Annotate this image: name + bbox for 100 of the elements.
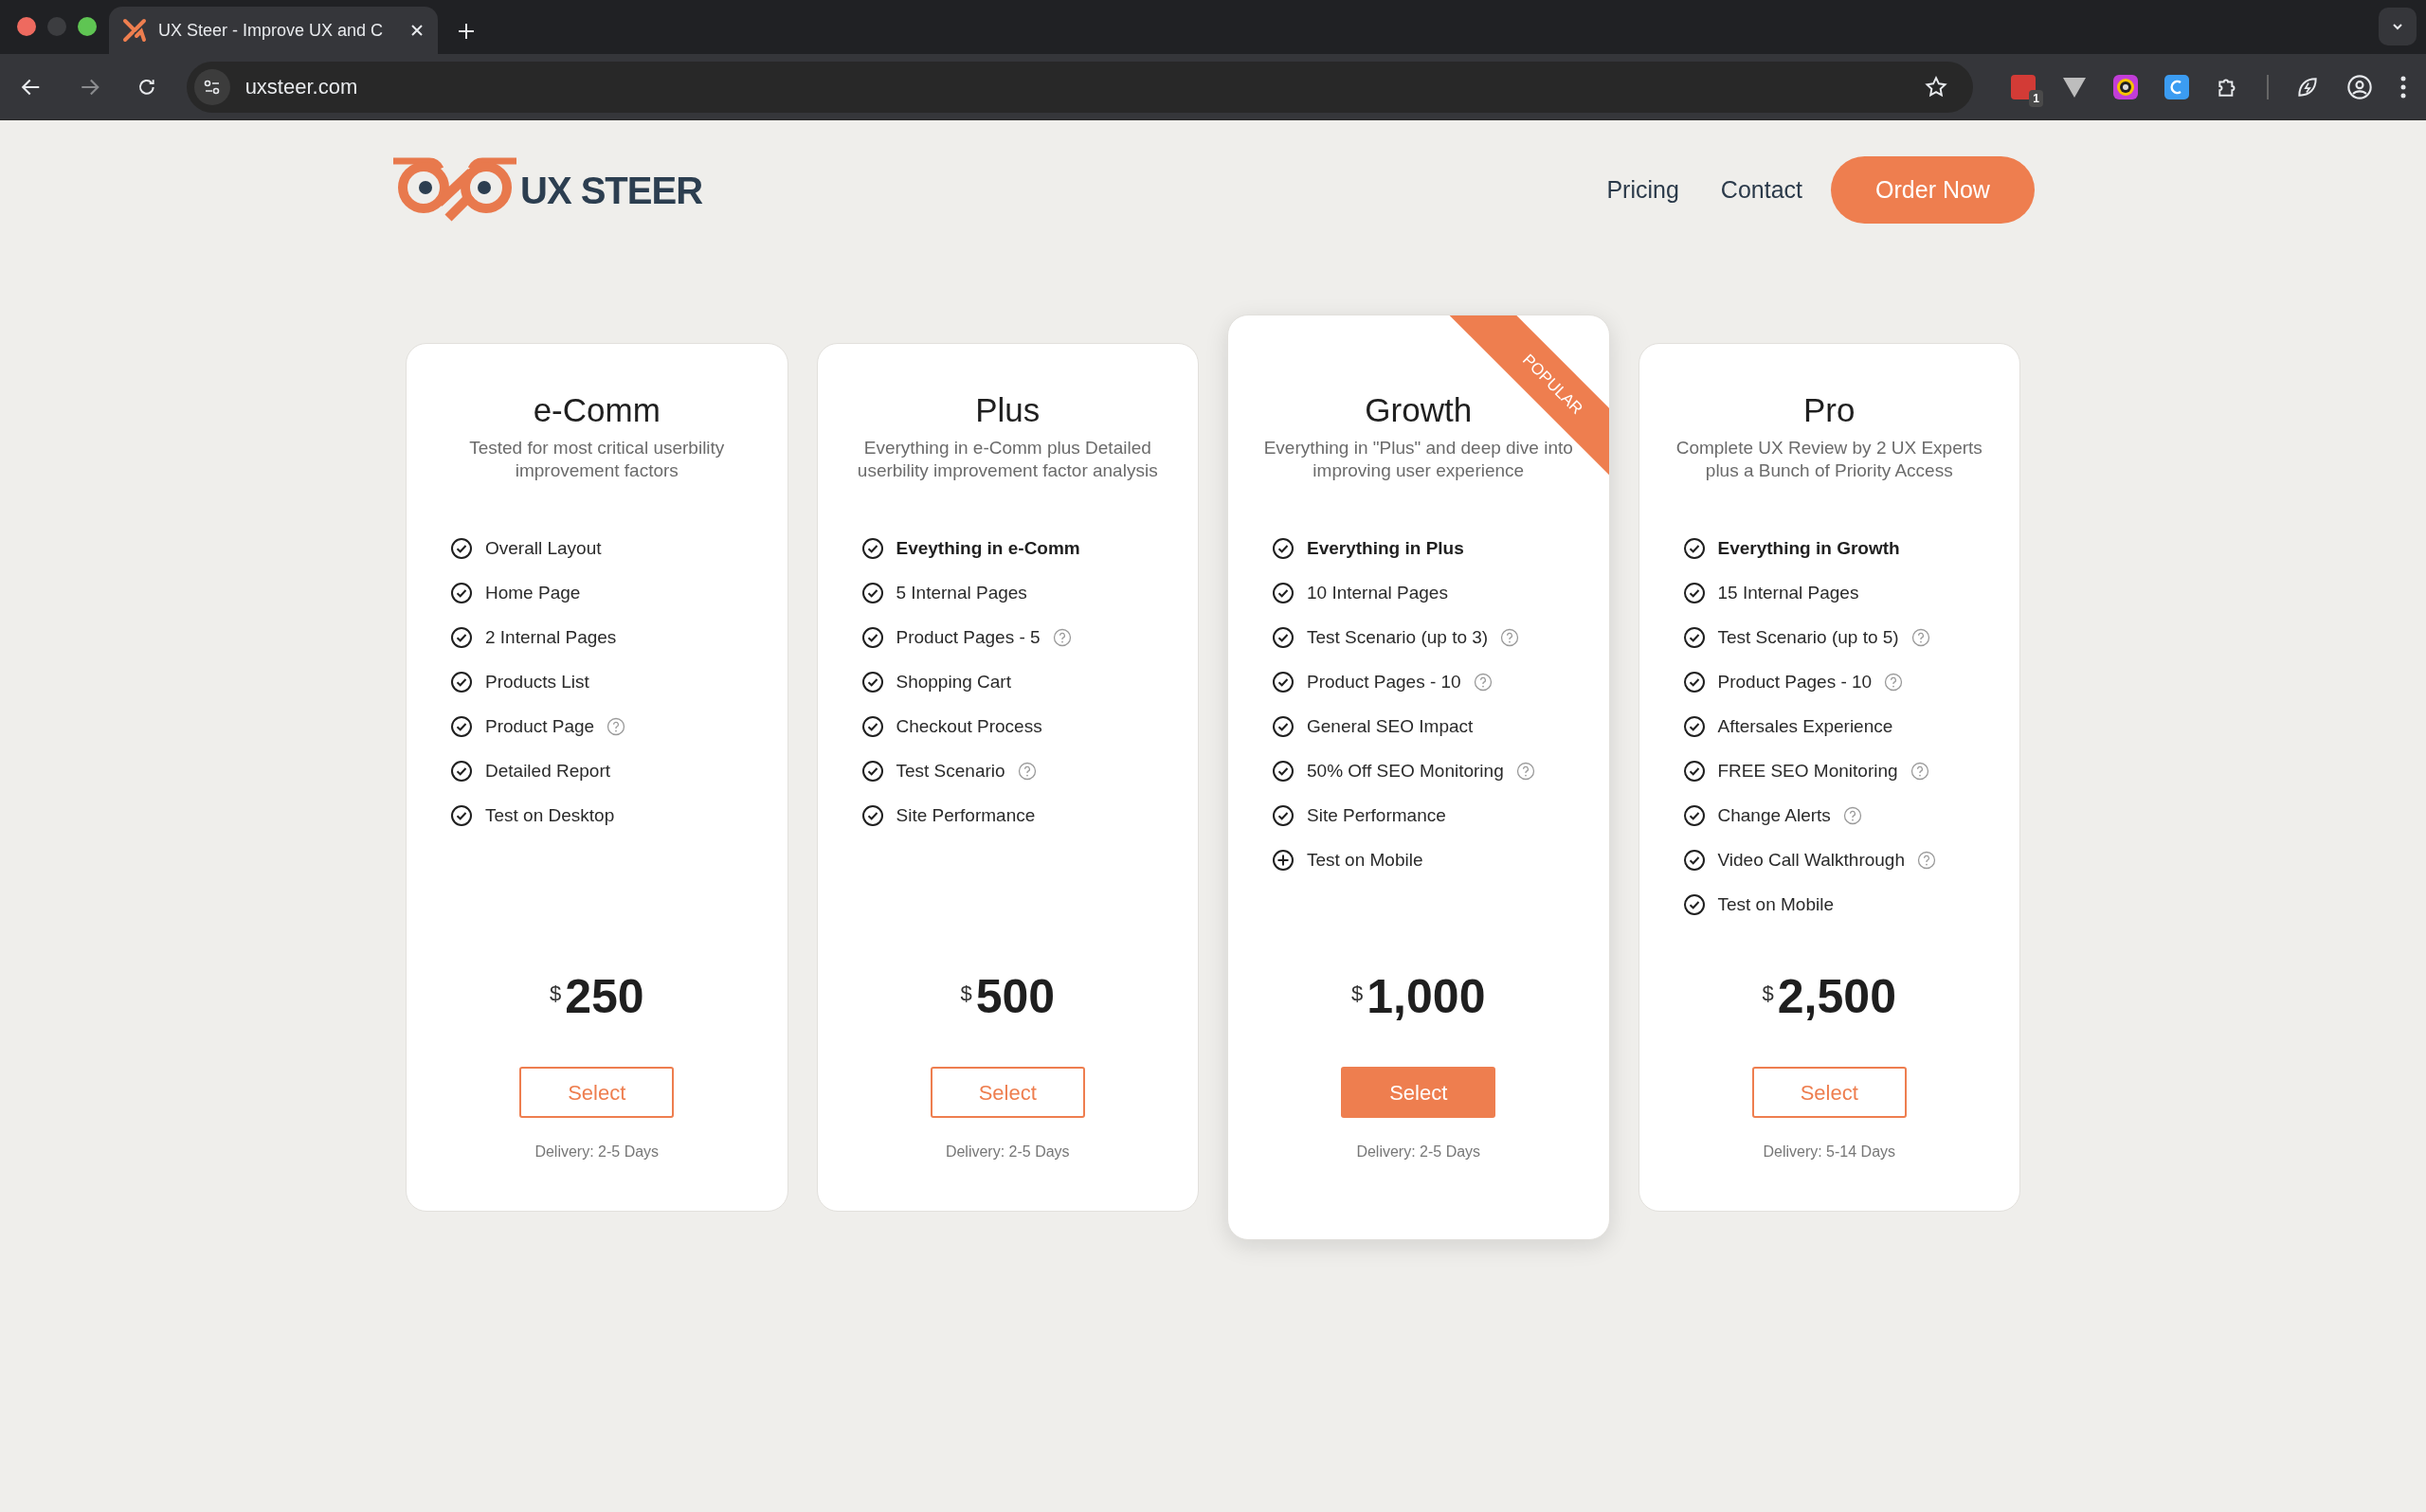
help-icon[interactable] (606, 717, 626, 736)
star-icon[interactable] (1924, 74, 1948, 99)
feature-text: Detailed Report (485, 759, 611, 783)
feature-text: Test Scenario (896, 759, 1005, 783)
feature-text: 2 Internal Pages (485, 625, 617, 649)
check-circle-icon (860, 582, 884, 604)
check-circle-icon (1682, 626, 1706, 649)
check-circle-icon (450, 671, 473, 693)
logo-text: UX STEER (520, 168, 703, 213)
help-icon[interactable] (1842, 806, 1862, 825)
feature-text: Test Scenario (up to 3) (1307, 625, 1489, 649)
check-circle-icon (860, 537, 884, 560)
help-icon[interactable] (1910, 762, 1929, 781)
url-text: uxsteer.com (244, 74, 359, 100)
feature-text: Test Scenario (up to 5) (1717, 625, 1899, 649)
check-circle-icon (450, 582, 473, 604)
help-icon[interactable] (1917, 851, 1936, 870)
extension-icon[interactable] (2164, 74, 2189, 99)
currency-symbol: $ (1351, 981, 1364, 1007)
check-circle-icon (1682, 582, 1706, 604)
help-icon[interactable] (1515, 762, 1535, 781)
check-circle-icon (860, 715, 884, 738)
price-amount: 1,000 (1367, 969, 1486, 1025)
feature-text: Product Pages - 10 (1307, 670, 1461, 693)
plan-title: Pro (1803, 391, 1856, 429)
v-logo-icon[interactable] (2062, 75, 2087, 99)
feature-text: Change Alerts (1717, 803, 1831, 827)
browser-tab[interactable]: UX Steer - Improve UX and C (109, 7, 438, 54)
price-amount: 500 (975, 969, 1056, 1025)
currency-symbol: $ (960, 981, 972, 1007)
plan-description: Everything in "Plus" and deep dive into improving user experience (1262, 437, 1574, 482)
feature-text: Home Page (485, 581, 581, 604)
delivery-text: Delivery: 2-5 Days (1356, 1143, 1481, 1161)
plan-description: Complete UX Review by 2 UX Experts plus a Bunch of Priority Access (1675, 437, 1983, 482)
feature-text: Video Call Walkthrough (1717, 848, 1905, 872)
feature-text: Checkout Process (896, 714, 1042, 738)
badge-count: 1 (2029, 89, 2043, 107)
select-button[interactable]: Select (930, 1067, 1085, 1118)
check-circle-icon (450, 804, 473, 827)
check-circle-icon (1272, 582, 1294, 604)
help-icon[interactable] (1017, 762, 1037, 781)
feature-text: 5 Internal Pages (896, 581, 1027, 604)
select-button[interactable]: Select (519, 1067, 675, 1118)
select-button[interactable]: Select (1751, 1067, 1907, 1118)
feature-text: Shopping Cart (896, 670, 1011, 693)
feature-text: Product Pages - 5 (896, 625, 1041, 649)
menu-icon[interactable] (2399, 74, 2407, 99)
order-now-button[interactable]: Order Now (1831, 156, 2035, 224)
close-window-icon[interactable] (17, 17, 36, 36)
delivery-text: Delivery: 5-14 Days (1763, 1143, 1896, 1161)
check-circle-icon (860, 804, 884, 827)
plus-circle-icon (1272, 849, 1294, 872)
site-settings-icon[interactable] (193, 68, 230, 105)
delivery-text: Delivery: 2-5 Days (534, 1143, 660, 1161)
check-circle-icon (860, 760, 884, 783)
feature-text: Everything in Plus (1307, 536, 1464, 560)
check-circle-icon (1682, 804, 1706, 827)
help-icon[interactable] (1884, 673, 1904, 692)
currency-symbol: $ (1762, 981, 1774, 1007)
nav-link[interactable]: Pricing (1606, 171, 1679, 208)
feature-text: Product Pages - 10 (1717, 670, 1873, 693)
new-tab-icon[interactable] (457, 22, 476, 41)
feature-text: 15 Internal Pages (1717, 581, 1859, 604)
check-circle-icon (1682, 537, 1706, 560)
check-circle-icon (1272, 804, 1294, 827)
feature-text: Site Performance (896, 803, 1036, 827)
currency-symbol: $ (549, 981, 562, 1007)
feature-text: Product Page (485, 714, 595, 738)
check-circle-icon (1272, 715, 1294, 738)
check-circle-icon (1682, 671, 1706, 693)
check-circle-icon (1682, 715, 1706, 738)
select-button[interactable]: Select (1341, 1067, 1496, 1118)
help-icon[interactable] (1473, 673, 1493, 692)
help-icon[interactable] (1052, 628, 1072, 647)
plan-title: e-Comm (533, 391, 661, 429)
maximize-window-icon[interactable] (78, 17, 97, 36)
profile-icon[interactable] (2346, 73, 2373, 100)
check-circle-icon (1272, 671, 1294, 693)
feature-text: Aftersales Experience (1717, 714, 1893, 738)
check-circle-icon (1272, 626, 1294, 649)
color-wheel-icon[interactable] (2113, 74, 2138, 99)
check-circle-icon (1272, 760, 1294, 783)
feature-text: Test on Mobile (1307, 848, 1423, 872)
help-icon[interactable] (1910, 628, 1930, 647)
nav-link[interactable]: Contact (1720, 171, 1802, 208)
feature-text: 10 Internal Pages (1307, 581, 1448, 604)
feature-text: Everything in Growth (1717, 536, 1900, 560)
feature-text: Test on Mobile (1717, 892, 1834, 916)
feature-text: FREE SEO Monitoring (1717, 759, 1898, 783)
check-circle-icon (450, 760, 473, 783)
address-bar[interactable]: uxsteer.com (186, 61, 1973, 113)
check-circle-icon (1682, 849, 1706, 872)
plan-title: Plus (975, 391, 1041, 429)
plan-title: Growth (1365, 391, 1473, 429)
plan-description: Everything in e-Comm plus Detailed userbility improvement factor analysis (856, 437, 1159, 482)
feature-text: Eveything in e-Comm (896, 536, 1080, 560)
feature-text: General SEO Impact (1307, 714, 1474, 738)
check-circle-icon (1682, 760, 1706, 783)
help-icon[interactable] (1500, 628, 1520, 647)
close-icon[interactable] (409, 23, 425, 38)
